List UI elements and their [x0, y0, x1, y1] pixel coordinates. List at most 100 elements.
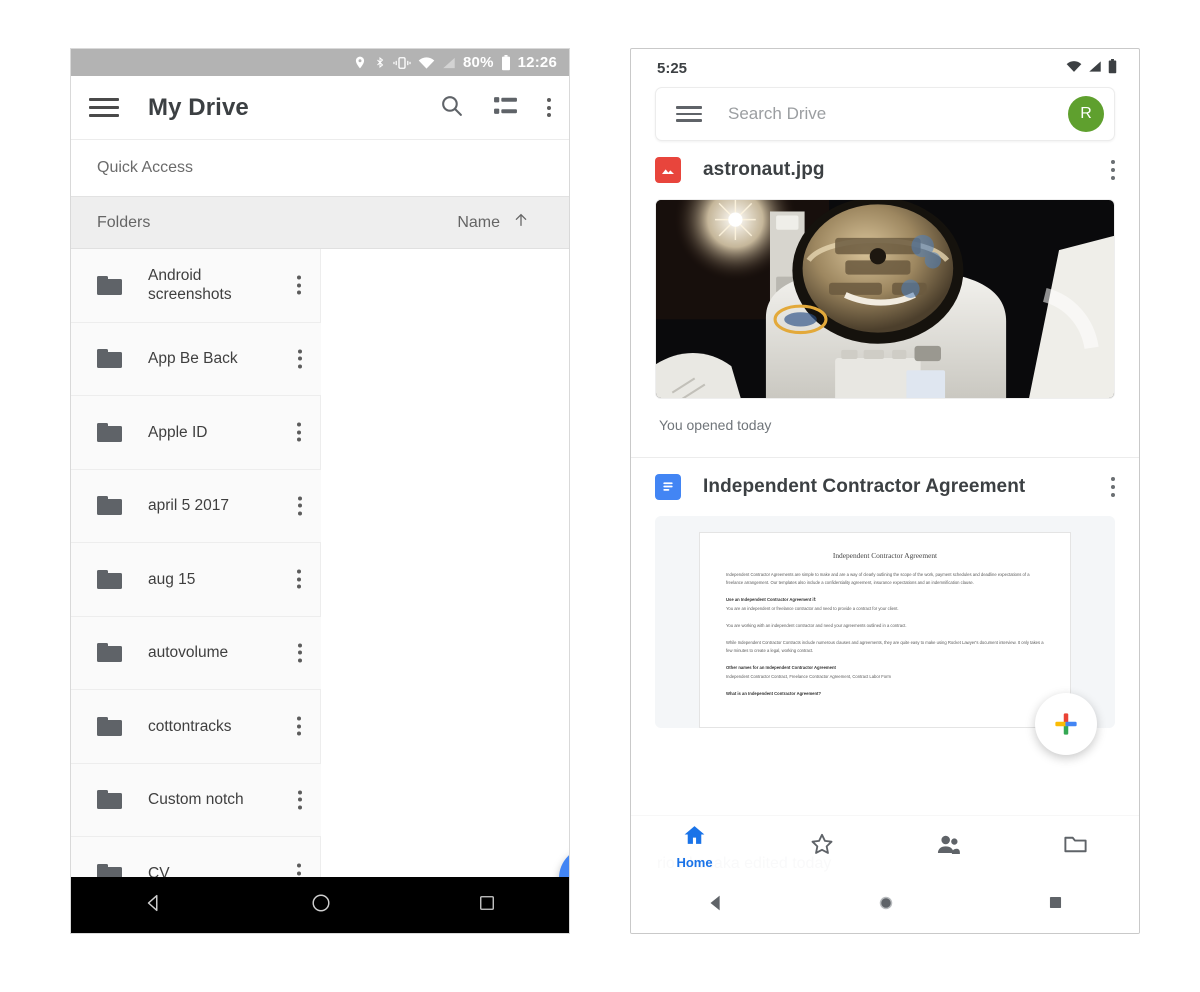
search-icon[interactable]	[439, 93, 464, 123]
folder-icon	[97, 422, 122, 442]
bottom-nav-files[interactable]	[1012, 831, 1139, 863]
card-header: Independent Contractor Agreement	[655, 458, 1115, 516]
signal-icon	[1088, 60, 1102, 77]
search-bar-wrapper: Search Drive R	[631, 87, 1139, 141]
wifi-icon	[1066, 60, 1082, 77]
folder-name: autovolume	[148, 644, 229, 662]
folder-cell[interactable]: App Be Back	[71, 322, 321, 396]
bottom-nav-home-label: Home	[676, 855, 713, 870]
document-page: Independent Contractor Agreement Indepen…	[699, 532, 1071, 728]
file-card-image: astronaut.jpg You opened today	[631, 141, 1139, 457]
document-thumbnail[interactable]: Independent Contractor Agreement Indepen…	[655, 516, 1115, 728]
folder-icon	[1062, 831, 1089, 863]
doc-preview-heading-1: Use an Independent Contractor Agreement …	[726, 597, 817, 603]
doc-preview-heading-2: Other names for an Independent Contracto…	[726, 665, 836, 671]
image-thumbnail[interactable]	[655, 199, 1115, 399]
battery-icon	[1108, 58, 1117, 78]
folder-icon	[97, 349, 122, 369]
folder-cell[interactable]: Custom notch	[71, 763, 321, 837]
folder-name: cottontracks	[148, 717, 232, 735]
doc-preview-heading-3: What is an Independent Contractor Agreem…	[726, 690, 822, 696]
avatar[interactable]: R	[1068, 96, 1104, 132]
folder-cell[interactable]: Apple ID	[71, 396, 321, 470]
folder-overflow-menu-icon[interactable]	[297, 275, 301, 295]
home-icon	[682, 823, 707, 853]
folder-overflow-menu-icon[interactable]	[297, 569, 301, 589]
phone-right-google-drive-home: 5:25 Search Drive R astronaut.jpg You op…	[630, 48, 1140, 934]
phone-left-google-drive: 80% 12:26 My Drive Quick Access Folders …	[70, 48, 570, 934]
back-icon[interactable]	[705, 892, 727, 919]
file-name: astronaut.jpg	[703, 159, 825, 180]
folder-overflow-menu-icon[interactable]	[298, 349, 302, 369]
astronaut-photo	[656, 200, 1114, 398]
folder-icon	[97, 790, 122, 810]
home-icon[interactable]	[310, 892, 332, 919]
bluetooth-icon	[374, 55, 386, 70]
home-icon[interactable]	[875, 892, 897, 919]
folder-cell[interactable]: april 5 2017	[71, 469, 321, 543]
bottom-nav-starred[interactable]	[758, 831, 885, 862]
overflow-menu-icon[interactable]	[547, 98, 551, 117]
doc-preview-paragraph: Independent Contractor Agreements are si…	[726, 572, 1030, 586]
sort-label: Name	[457, 213, 500, 231]
folder-icon	[97, 716, 122, 736]
hamburger-menu-icon[interactable]	[676, 106, 702, 122]
wifi-icon	[418, 56, 435, 70]
file-name: Independent Contractor Agreement	[703, 476, 1026, 497]
folder-cell[interactable]: autovolume	[71, 616, 321, 690]
left-system-navigation-bar	[71, 877, 569, 933]
card-header: astronaut.jpg	[655, 141, 1115, 199]
list-view-icon[interactable]	[493, 93, 518, 123]
shared-people-icon	[935, 831, 962, 863]
battery-icon	[501, 54, 511, 71]
clock-label: 12:26	[517, 54, 557, 71]
folder-cell[interactable]: Android screenshots	[71, 249, 321, 323]
folder-icon	[97, 496, 122, 516]
folder-name: Custom notch	[148, 791, 244, 809]
overflow-menu-icon[interactable]	[1110, 159, 1115, 181]
google-docs-icon	[655, 474, 681, 500]
location-pin-icon	[353, 55, 367, 70]
file-card-document: Independent Contractor Agreement Indepen…	[631, 458, 1139, 728]
folder-overflow-menu-icon[interactable]	[298, 790, 302, 810]
folder-overflow-menu-icon[interactable]	[297, 422, 301, 442]
folder-cell[interactable]: aug 15	[71, 543, 321, 617]
folder-icon	[97, 643, 122, 663]
overflow-menu-icon[interactable]	[1110, 476, 1115, 498]
recents-icon[interactable]	[1046, 893, 1065, 917]
folder-name: App Be Back	[148, 350, 238, 368]
search-bar[interactable]: Search Drive R	[655, 87, 1115, 141]
signal-icon	[442, 56, 456, 70]
back-icon[interactable]	[143, 892, 165, 919]
battery-percent-label: 80%	[463, 54, 494, 71]
file-meta: You opened today	[659, 417, 772, 433]
vibrate-icon	[393, 56, 411, 70]
folder-overflow-menu-icon[interactable]	[297, 716, 301, 736]
sort-control[interactable]: Name	[457, 212, 543, 233]
doc-preview-body-2: Independent Contractor Contract, Freelan…	[726, 673, 892, 679]
quick-access-section-header[interactable]: Quick Access	[71, 140, 569, 197]
create-new-button[interactable]	[1035, 693, 1097, 755]
bottom-nav-shared[interactable]	[885, 831, 1012, 863]
doc-preview-body-1c: While Independent Contractor Contracts i…	[726, 639, 1044, 654]
recents-icon[interactable]	[477, 893, 497, 918]
hamburger-menu-icon[interactable]	[89, 98, 119, 117]
right-system-navigation-bar	[631, 877, 1139, 933]
clock-label: 5:25	[657, 59, 688, 77]
bottom-nav-home[interactable]: Home	[631, 823, 758, 870]
folder-cell[interactable]: cottontracks	[71, 690, 321, 764]
folder-name: Android screenshots	[148, 266, 232, 304]
folder-overflow-menu-icon[interactable]	[298, 643, 302, 663]
search-input[interactable]: Search Drive	[728, 104, 826, 124]
folder-overflow-menu-icon[interactable]	[298, 496, 302, 516]
doc-preview-title: Independent Contractor Agreement	[832, 551, 938, 560]
folder-name: aug 15	[148, 570, 196, 588]
folder-icon	[97, 569, 122, 589]
bottom-navigation: Home	[631, 815, 1139, 877]
google-plus-icon	[1055, 713, 1077, 735]
folders-section-header: Folders Name	[71, 197, 569, 249]
star-icon	[809, 831, 835, 862]
status-icons	[1066, 58, 1117, 78]
folder-icon	[97, 275, 122, 295]
left-toolbar: My Drive	[71, 76, 569, 140]
